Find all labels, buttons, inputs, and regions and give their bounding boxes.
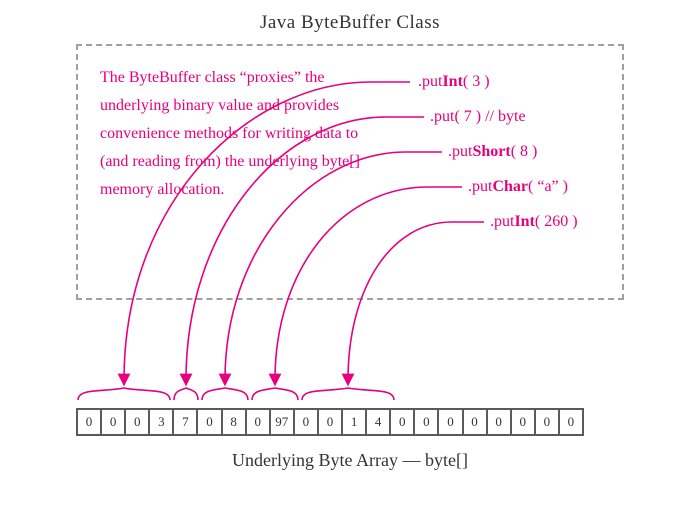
byte-cell: 0 (462, 408, 488, 436)
byte-cell: 0 (196, 408, 222, 436)
byte-cell: 0 (124, 408, 150, 436)
byte-cell: 0 (389, 408, 415, 436)
method-call-3: .putChar( “a” ) (468, 178, 568, 196)
byte-cell: 0 (534, 408, 560, 436)
byte-array: 0003708097001400000000 (76, 408, 584, 436)
method-call-4: .putInt( 260 ) (490, 213, 578, 231)
byte-cell: 0 (558, 408, 584, 436)
byte-cell: 0 (100, 408, 126, 436)
description-text: The ByteBuffer class “proxies” the under… (100, 64, 360, 204)
byte-cell: 0 (413, 408, 439, 436)
diagram-title: Java ByteBuffer Class (0, 12, 700, 34)
byte-cell: 0 (293, 408, 319, 436)
byte-cell: 97 (269, 408, 295, 436)
byte-cell: 0 (510, 408, 536, 436)
method-call-1: .put( 7 ) // byte (430, 108, 526, 126)
byte-cell: 4 (365, 408, 391, 436)
byte-cell: 8 (221, 408, 247, 436)
bottom-label: Underlying Byte Array — byte[] (0, 450, 700, 471)
byte-cell: 0 (317, 408, 343, 436)
method-call-2: .putShort( 8 ) (448, 143, 537, 161)
byte-cell: 1 (341, 408, 367, 436)
method-call-0: .putInt( 3 ) (418, 73, 490, 91)
byte-cell: 7 (172, 408, 198, 436)
byte-cell: 0 (486, 408, 512, 436)
byte-cell: 0 (76, 408, 102, 436)
byte-cell: 0 (437, 408, 463, 436)
byte-cell: 3 (148, 408, 174, 436)
byte-cell: 0 (245, 408, 271, 436)
